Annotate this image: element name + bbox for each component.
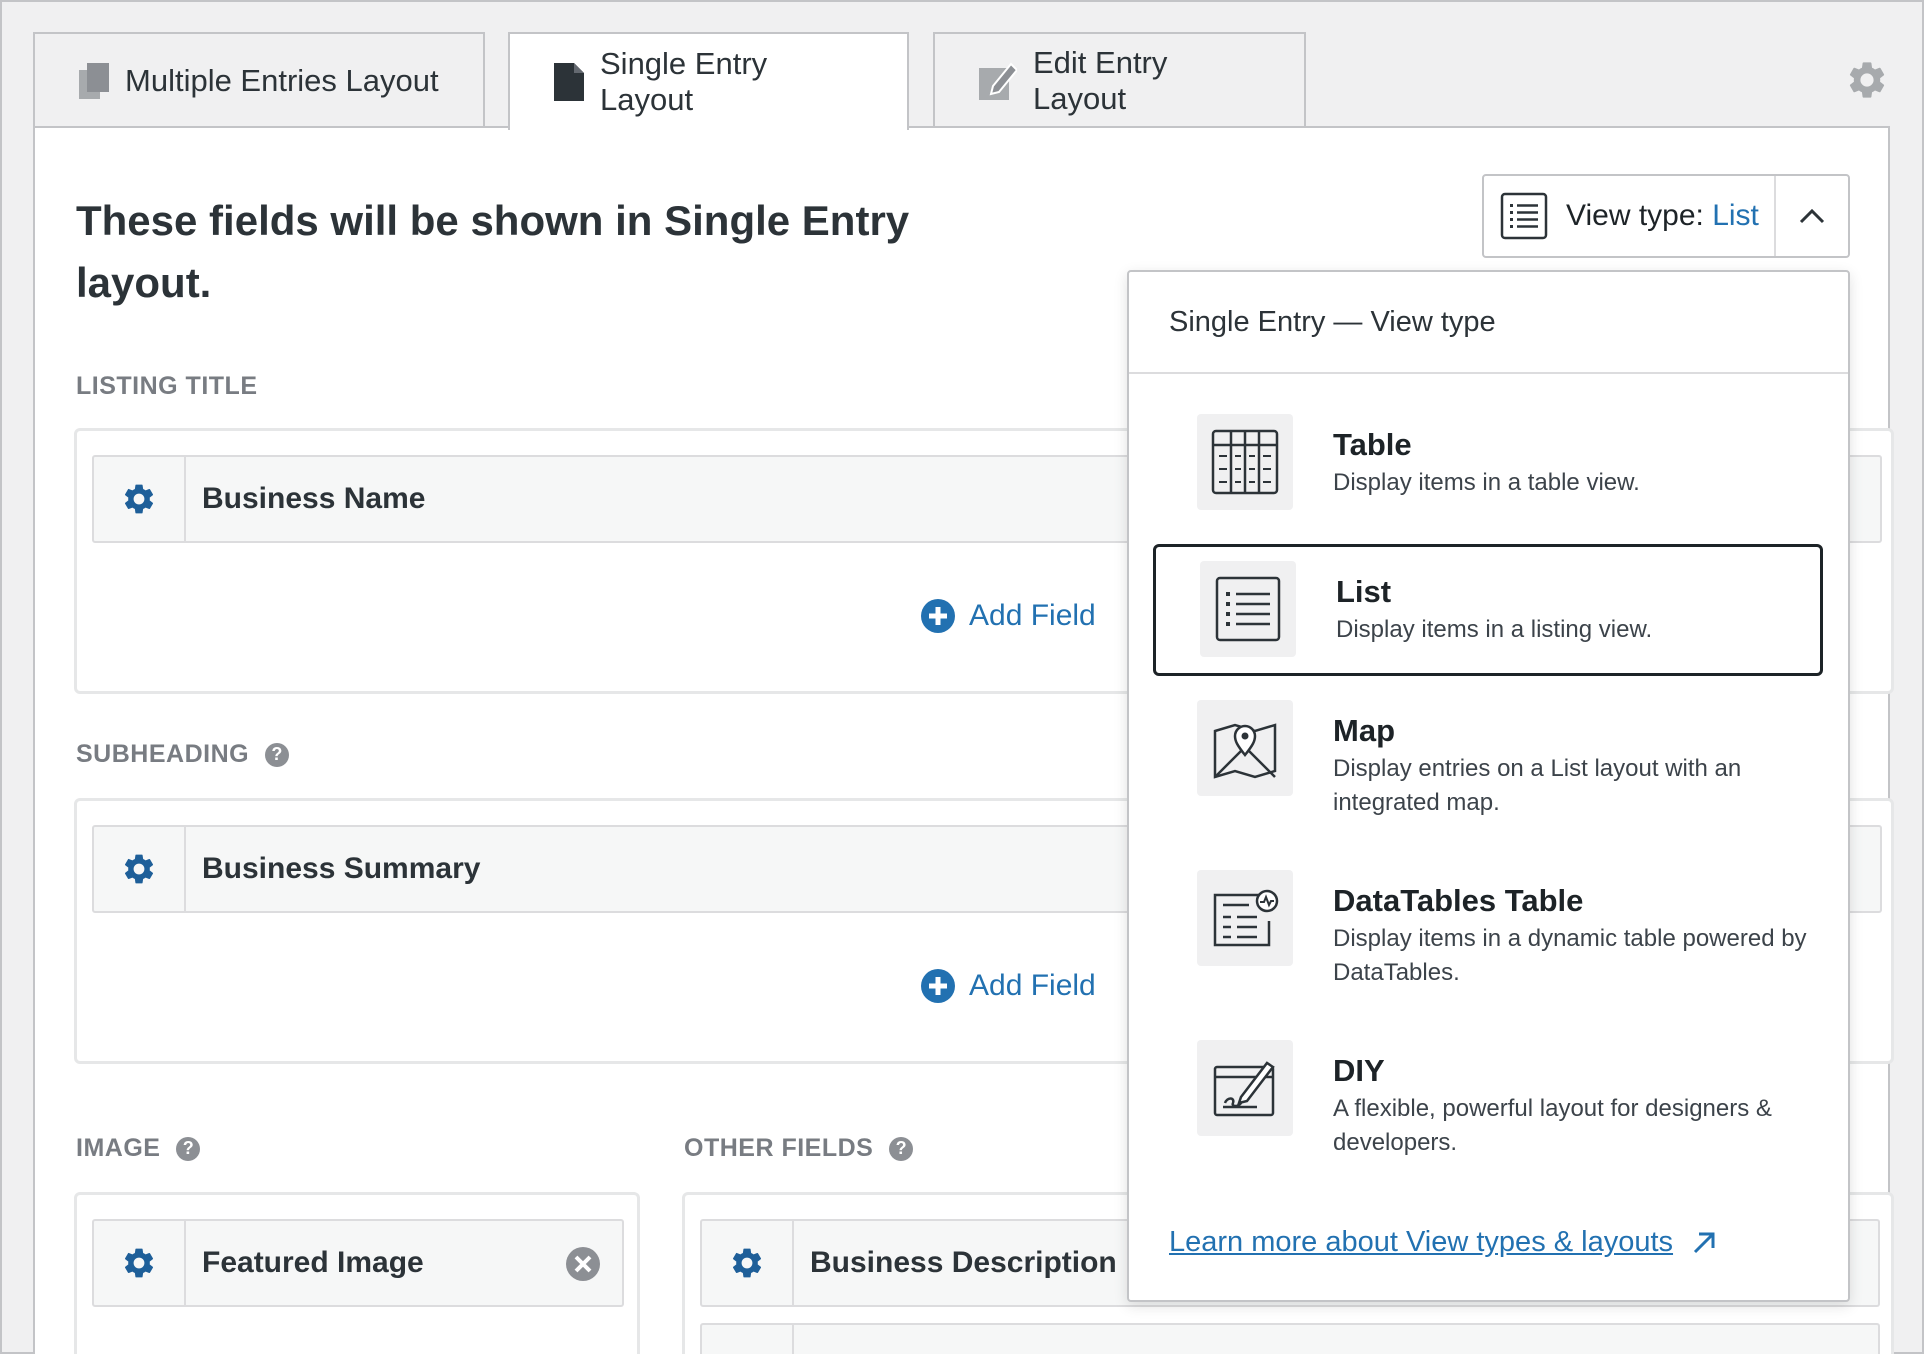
field-settings-gear-icon[interactable]: [94, 1221, 186, 1305]
view-type-option-diy[interactable]: DIY A flexible, powerful layout for desi…: [1153, 1026, 1823, 1186]
dropdown-header: Single Entry — View type: [1129, 272, 1848, 374]
view-type-selector[interactable]: View type: List: [1482, 174, 1850, 258]
field-label: Business Description: [810, 1246, 1117, 1279]
external-link-icon: [1693, 1232, 1715, 1253]
tab-single-entry-layout[interactable]: Single Entry Layout: [508, 32, 909, 130]
edit-icon: [979, 62, 1017, 100]
add-field-button[interactable]: Add Field: [921, 599, 1096, 633]
field-row-featured-image[interactable]: Featured Image: [92, 1219, 624, 1307]
option-description: Display items in a table view.: [1333, 469, 1640, 496]
image-dropzone[interactable]: Featured Image: [74, 1192, 640, 1354]
view-type-option-datatables[interactable]: DataTables Table Display items in a dyna…: [1153, 856, 1823, 1016]
help-icon[interactable]: ?: [176, 1136, 201, 1161]
list-icon: [1500, 192, 1548, 240]
field-label: Business Summary: [202, 852, 481, 885]
option-title: DIY: [1333, 1053, 1385, 1088]
tab-label: Multiple Entries Layout: [125, 63, 439, 98]
page-title: These fields will be shown in Single Ent…: [76, 197, 910, 306]
settings-gear-icon[interactable]: [1845, 58, 1889, 107]
field-row-next[interactable]: [700, 1323, 1880, 1354]
tab-multiple-entries-layout[interactable]: Multiple Entries Layout: [33, 32, 485, 128]
option-title: Map: [1333, 713, 1395, 748]
table-icon: [1197, 414, 1293, 510]
section-label-listing-title: LISTING TITLE: [76, 372, 258, 400]
add-field-button[interactable]: Add Field: [921, 969, 1096, 1003]
section-label-other-fields: OTHER FIELDS ?: [684, 1134, 914, 1163]
datatables-icon: [1197, 870, 1293, 966]
copy-icon: [79, 63, 109, 99]
option-description: Display entries on a List layout with an…: [1333, 755, 1742, 816]
help-icon[interactable]: ?: [889, 1136, 914, 1161]
plus-circle-icon: [921, 599, 955, 633]
field-label: Featured Image: [202, 1246, 424, 1279]
tab-label: Single Entry Layout: [600, 46, 768, 117]
field-label: Business Name: [202, 482, 426, 515]
field-settings-gear-icon[interactable]: [702, 1221, 794, 1305]
tab-edit-entry-layout[interactable]: Edit Entry Layout: [933, 32, 1306, 128]
section-label-image: IMAGE ?: [76, 1134, 201, 1163]
document-icon: [554, 63, 584, 101]
field-settings-gear-icon[interactable]: [94, 827, 186, 911]
plus-circle-icon: [921, 969, 955, 1003]
option-description: Display items in a dynamic table powered…: [1333, 925, 1807, 986]
remove-field-icon[interactable]: [566, 1247, 600, 1286]
chevron-up-icon[interactable]: [1774, 176, 1848, 256]
option-title: List: [1336, 574, 1392, 609]
learn-more-link[interactable]: Learn more about View types & layouts: [1169, 1226, 1717, 1259]
section-label-subheading: SUBHEADING ?: [76, 740, 290, 769]
view-type-label: View type: List: [1566, 199, 1759, 232]
diy-icon: [1197, 1040, 1293, 1136]
view-type-option-map[interactable]: Map Display entries on a List layout wit…: [1153, 686, 1823, 846]
help-icon[interactable]: ?: [265, 742, 290, 767]
field-settings-gear-icon[interactable]: [94, 457, 186, 541]
map-icon: [1197, 700, 1293, 796]
field-settings-gear-icon[interactable]: [702, 1325, 794, 1354]
option-description: A flexible, powerful layout for designer…: [1333, 1095, 1772, 1156]
view-type-option-table[interactable]: Table Display items in a table view.: [1153, 400, 1823, 532]
view-type-value: List: [1712, 199, 1759, 232]
option-description: Display items in a listing view.: [1336, 616, 1653, 643]
list-icon: [1200, 561, 1296, 657]
tab-label: Edit Entry Layout: [1033, 45, 1168, 116]
view-type-option-list[interactable]: List Display items in a listing view.: [1153, 544, 1823, 676]
option-title: DataTables Table: [1333, 883, 1584, 918]
view-type-dropdown: Single Entry — View type Table Display i…: [1127, 270, 1850, 1302]
option-title: Table: [1333, 427, 1412, 462]
